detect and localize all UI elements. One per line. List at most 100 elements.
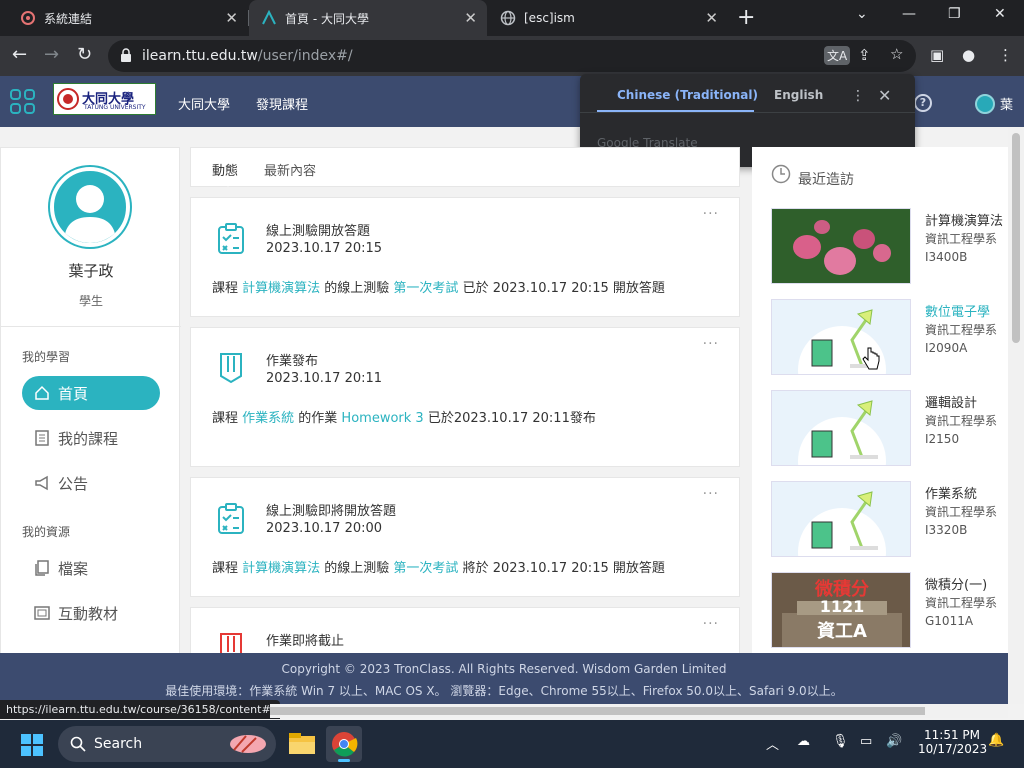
onedrive-icon[interactable]: ☁ xyxy=(797,734,810,749)
course-name: 數位電子學 xyxy=(925,305,991,320)
activity-card[interactable]: 作業即將截止 ··· xyxy=(190,607,740,657)
reload-icon[interactable]: ↻ xyxy=(77,44,92,65)
scrollbar-thumb[interactable] xyxy=(1012,133,1020,343)
clock-date: 10/17/2023 xyxy=(918,742,988,756)
close-icon[interactable]: ✕ xyxy=(225,9,238,27)
user-avatar-icon[interactable] xyxy=(975,94,995,114)
translate-icon[interactable]: 文A xyxy=(824,46,851,65)
close-window-button[interactable]: ✕ xyxy=(994,6,1006,22)
course-name: 邏輯設計 xyxy=(925,396,978,411)
recent-title: 最近造訪 xyxy=(798,172,854,188)
university-logo[interactable]: 大同大學 TATUNG UNIVERSITY xyxy=(53,83,156,115)
menu-kebab-icon[interactable]: ⋮ xyxy=(998,46,1013,64)
card-time: 2023.10.17 20:00 xyxy=(266,521,383,536)
microphone-icon[interactable]: 🎙 xyxy=(832,734,849,749)
desc-text: 已於2023.10.17 20:11發布 xyxy=(423,411,596,426)
recent-course-item[interactable]: 數位電子學 資訊工程學系 I2090A xyxy=(771,299,1011,375)
activity-card[interactable]: 線上測驗開放答題 2023.10.17 20:15 課程 計算機演算法 的線上測… xyxy=(190,197,740,317)
page-footer: Copyright © 2023 TronClass. All Rights R… xyxy=(0,653,1008,704)
quiz-link[interactable]: 第一次考試 xyxy=(393,281,458,296)
sidebar-item-label: 檔案 xyxy=(58,559,89,578)
scrollbar-thumb[interactable] xyxy=(270,707,925,715)
sidebar-item-home[interactable]: 首頁 xyxy=(22,376,160,410)
side-panel-icon[interactable]: ▣ xyxy=(930,46,944,64)
back-arrow-icon[interactable]: ← xyxy=(12,44,27,65)
bookmark-star-icon[interactable]: ☆ xyxy=(890,45,903,63)
recent-course-item[interactable]: 邏輯設計 資訊工程學系 I2150 xyxy=(771,390,1011,466)
nav-university[interactable]: 大同大學 xyxy=(178,94,230,113)
tab-activity[interactable]: 動態 xyxy=(212,160,238,179)
more-options-icon[interactable]: ⋮ xyxy=(851,88,865,104)
course-link[interactable]: 作業系統 xyxy=(242,411,294,426)
section-my-learning: 我的學習 xyxy=(22,350,71,364)
divider xyxy=(580,112,915,113)
vertical-scrollbar[interactable] xyxy=(1008,127,1024,704)
recent-course-item[interactable]: 作業系統 資訊工程學系 I3320B xyxy=(771,481,1011,557)
nav-discover-courses[interactable]: 發現課程 xyxy=(256,94,308,113)
apps-grid-icon[interactable] xyxy=(10,89,36,115)
more-options-icon[interactable]: ··· xyxy=(703,616,719,632)
sidebar-item-interactive-material[interactable]: 互動教材 xyxy=(22,596,160,630)
new-tab-button[interactable]: + xyxy=(737,5,755,30)
recent-visits-panel: 最近造訪 計算機演算法 資訊工程學系 I3400B 數位電子學 資訊工程學系 I… xyxy=(752,147,1008,657)
network-icon[interactable]: ▭ xyxy=(860,734,872,749)
sidebar-item-files[interactable]: 檔案 xyxy=(22,551,160,585)
close-icon[interactable]: ✕ xyxy=(705,9,718,27)
tab-title: [esc]ism xyxy=(524,11,575,25)
desc-text: 課程 xyxy=(212,281,243,296)
quiz-link[interactable]: 第一次考試 xyxy=(393,561,458,576)
recent-course-item[interactable]: 計算機演算法 資訊工程學系 I3400B xyxy=(771,208,1011,284)
notification-bell-icon[interactable]: 🔔 xyxy=(988,733,1004,748)
sidebar-item-announcements[interactable]: 公告 xyxy=(22,466,160,500)
share-icon[interactable]: ⇪ xyxy=(858,46,871,64)
user-name-truncated[interactable]: 葉 xyxy=(1000,94,1013,113)
course-code: I3400B xyxy=(925,250,968,264)
help-icon[interactable]: ? xyxy=(914,94,932,112)
profile-avatar[interactable] xyxy=(50,167,130,247)
card-title: 線上測驗即將開放答題 xyxy=(266,504,397,519)
user-name: 葉子政 xyxy=(68,262,114,280)
quiz-clipboard-icon xyxy=(217,502,245,534)
browser-tab-home[interactable]: 首頁 - 大同大學 ✕ xyxy=(249,0,487,36)
taskbar-search[interactable]: Search xyxy=(58,726,276,762)
translate-target-tab[interactable]: English xyxy=(774,88,823,102)
course-dept: 資訊工程學系 xyxy=(925,414,998,428)
recent-course-item[interactable]: 微積分 1121 資工A 微積分(一) 資訊工程學系 G1011A xyxy=(771,572,1011,648)
homework-link[interactable]: Homework 3 xyxy=(341,411,423,426)
search-highlight-icon xyxy=(230,735,266,753)
close-icon[interactable]: ✕ xyxy=(464,9,477,27)
address-bar[interactable]: ilearn.ttu.edu.tw/user/index#/ 文A ⇪ ☆ xyxy=(108,40,916,72)
more-options-icon[interactable]: ··· xyxy=(703,336,719,352)
course-dept: 資訊工程學系 xyxy=(925,323,998,337)
translate-source-tab[interactable]: Chinese (Traditional) xyxy=(617,88,758,102)
tab-search-icon[interactable]: ⌄ xyxy=(856,6,868,22)
horizontal-scrollbar[interactable] xyxy=(270,704,1008,718)
sidebar-item-my-courses[interactable]: 我的課程 xyxy=(22,421,160,455)
chevron-up-icon[interactable]: ︿ xyxy=(766,734,779,753)
maximize-button[interactable]: ❐ xyxy=(948,6,961,22)
minimize-button[interactable]: — xyxy=(902,6,916,22)
activity-card[interactable]: 線上測驗即將開放答題 2023.10.17 20:00 課程 計算機演算法 的線… xyxy=(190,477,740,597)
more-options-icon[interactable]: ··· xyxy=(703,486,719,502)
user-silhouette-icon xyxy=(64,185,116,243)
hand-cursor-icon xyxy=(862,347,880,370)
windows-start-icon[interactable] xyxy=(21,734,43,756)
volume-icon[interactable]: 🔊 xyxy=(886,734,902,749)
course-link[interactable]: 計算機演算法 xyxy=(242,281,320,296)
file-explorer-icon[interactable] xyxy=(284,726,320,762)
course-dept: 資訊工程學系 xyxy=(925,232,998,246)
close-icon[interactable]: ✕ xyxy=(878,86,891,105)
course-code: G1011A xyxy=(925,614,974,628)
browser-tab-escism[interactable]: [esc]ism ✕ xyxy=(488,0,728,36)
profile-icon[interactable]: ● xyxy=(962,46,975,64)
chrome-taskbar-icon[interactable] xyxy=(326,726,362,762)
forward-arrow-icon[interactable]: → xyxy=(44,44,59,65)
card-title: 作業發布 xyxy=(266,354,319,369)
taskbar-clock[interactable]: 11:51 PM 10/17/2023 xyxy=(918,728,988,756)
browser-tab-system-links[interactable]: 系統連結 ✕ xyxy=(8,0,248,36)
more-options-icon[interactable]: ··· xyxy=(703,206,719,222)
tab-latest-content[interactable]: 最新內容 xyxy=(264,160,316,179)
course-link[interactable]: 計算機演算法 xyxy=(242,561,320,576)
activity-card[interactable]: 作業發布 2023.10.17 20:11 課程 作業系統 的作業 Homewo… xyxy=(190,327,740,467)
course-code: I2090A xyxy=(925,341,968,355)
